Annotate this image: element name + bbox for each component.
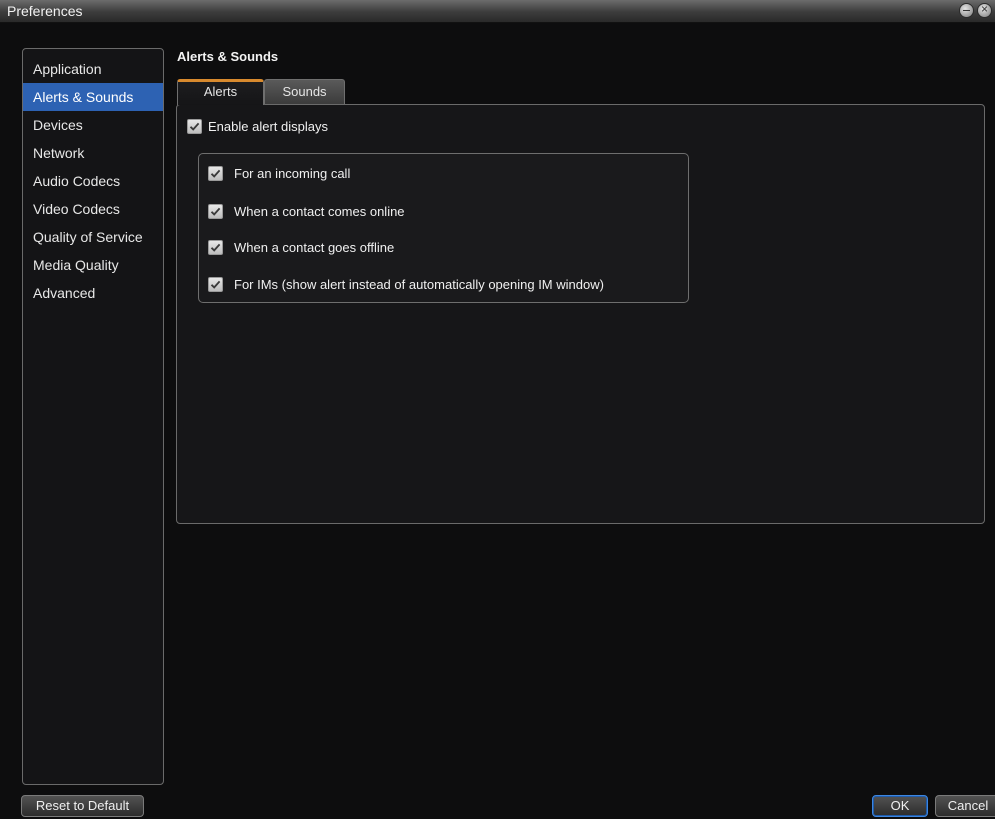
incoming-call-checkbox[interactable] [208,166,223,181]
contact-online-label: When a contact comes online [234,204,405,219]
enable-alert-displays-checkbox[interactable] [187,119,202,134]
ims-checkbox[interactable] [208,277,223,292]
checkmark-icon [210,169,221,178]
tab-alerts[interactable]: Alerts [177,79,264,105]
minimize-icon[interactable] [960,4,973,17]
enable-alert-displays-label: Enable alert displays [208,119,328,134]
checkmark-icon [210,243,221,252]
window-title: Preferences [7,3,83,19]
checkmark-icon [189,122,200,131]
sidebar-item-alerts-sounds[interactable]: Alerts & Sounds [23,83,163,111]
ims-label: For IMs (show alert instead of automatic… [234,277,604,292]
alert-option-ims[interactable]: For IMs (show alert instead of automatic… [208,277,604,292]
contact-offline-checkbox[interactable] [208,240,223,255]
alert-option-contact-offline[interactable]: When a contact goes offline [208,240,394,255]
ok-button[interactable]: OK [872,795,928,817]
sidebar-item-video-codecs[interactable]: Video Codecs [23,195,163,223]
sidebar-item-audio-codecs[interactable]: Audio Codecs [23,167,163,195]
sidebar-item-devices[interactable]: Devices [23,111,163,139]
page-title: Alerts & Sounds [177,49,279,64]
cancel-button[interactable]: Cancel [935,795,995,817]
contact-offline-label: When a contact goes offline [234,240,395,255]
title-bar[interactable]: Preferences [0,0,995,23]
sidebar-item-network[interactable]: Network [23,139,163,167]
sidebar-item-quality-of-service[interactable]: Quality of Service [23,223,163,251]
close-icon[interactable] [978,2,991,17]
alert-option-incoming-call[interactable]: For an incoming call [208,166,350,181]
sidebar-item-application[interactable]: Application [23,55,163,83]
reset-to-default-button[interactable]: Reset to Default [21,795,144,817]
checkmark-icon [210,280,221,289]
incoming-call-label: For an incoming call [234,166,351,181]
category-list: Application Alerts & Sounds Devices Netw… [22,48,164,785]
sidebar-item-advanced[interactable]: Advanced [23,279,163,307]
contact-online-checkbox[interactable] [208,204,223,219]
enable-alert-displays-row[interactable]: Enable alert displays [187,119,328,134]
checkmark-icon [210,207,221,216]
alert-option-contact-online[interactable]: When a contact comes online [208,204,405,219]
sidebar-item-media-quality[interactable]: Media Quality [23,251,163,279]
preferences-window: Preferences Application Alerts & Sounds … [0,0,995,819]
tab-sounds[interactable]: Sounds [264,79,345,104]
